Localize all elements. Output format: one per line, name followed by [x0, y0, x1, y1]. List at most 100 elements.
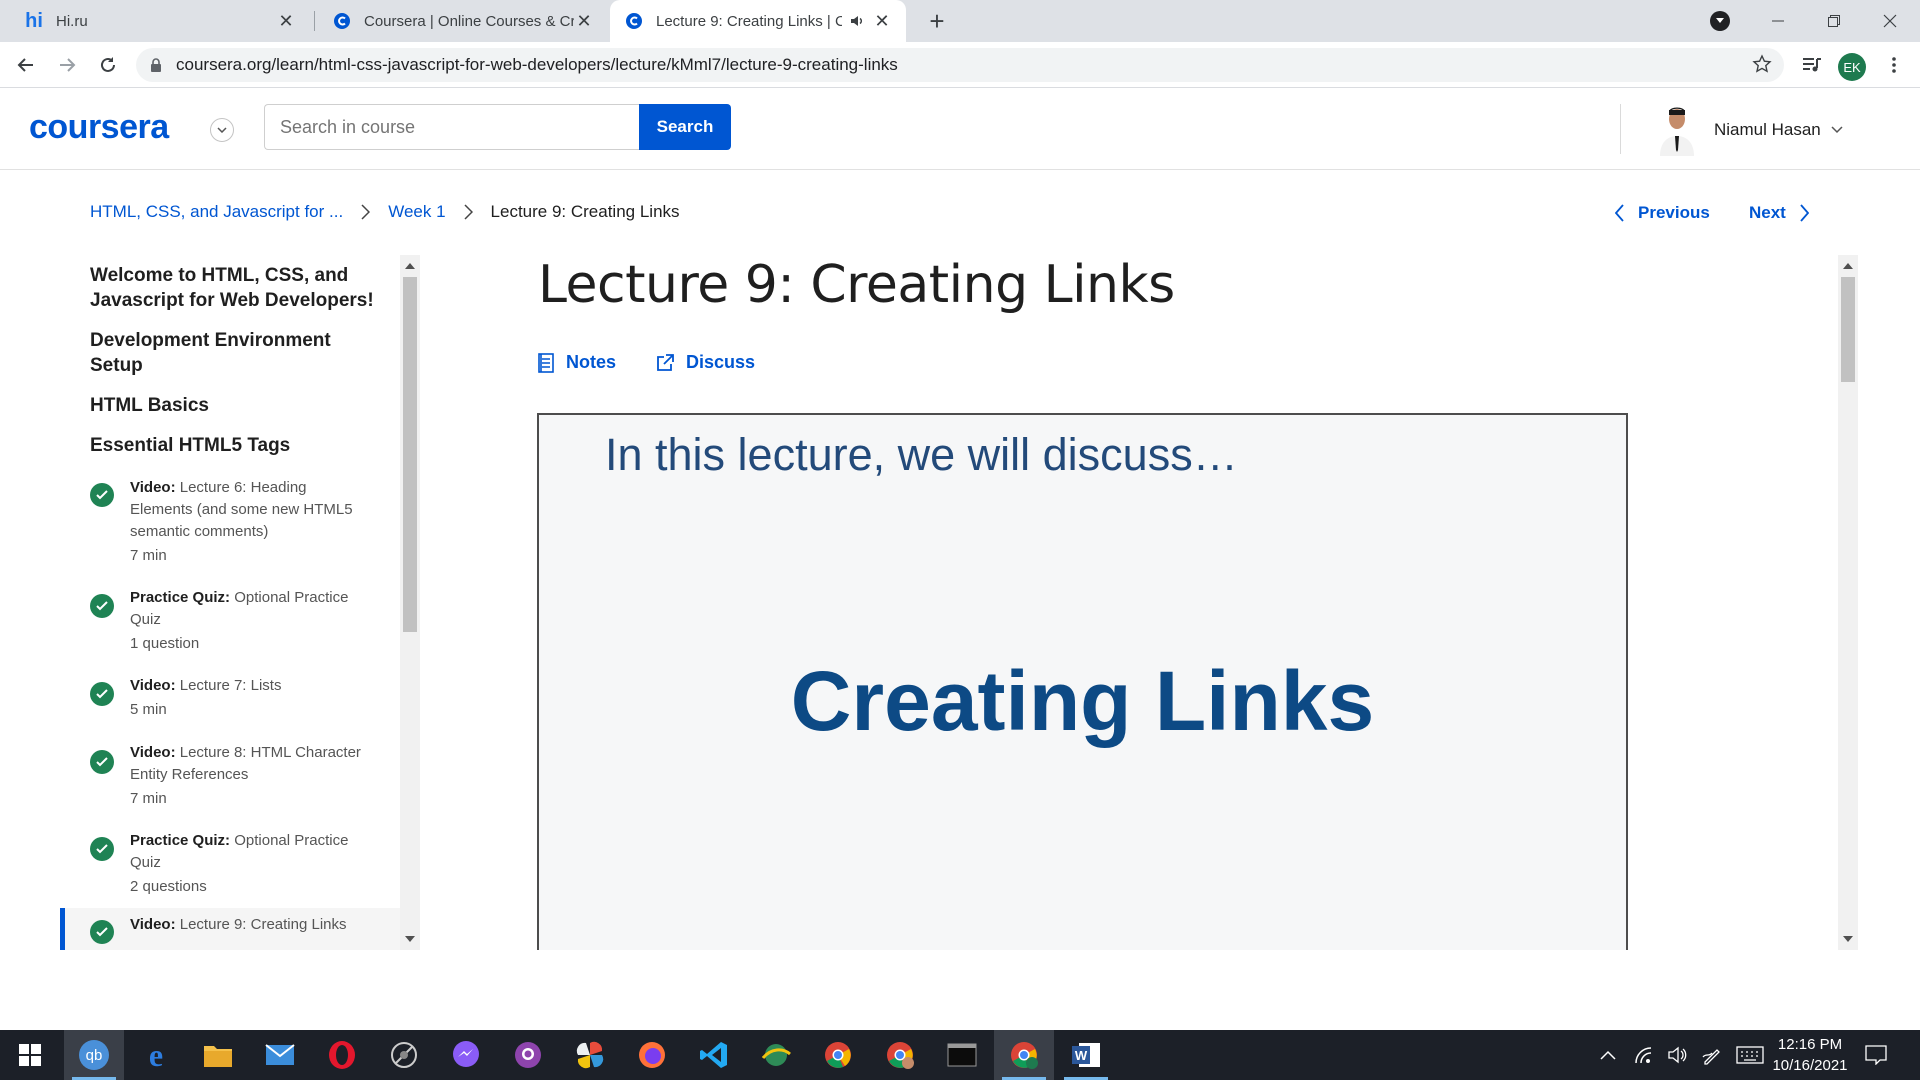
- check-circle-icon: [90, 837, 114, 861]
- close-tab-icon[interactable]: ✕: [574, 11, 594, 32]
- item-type: Video:: [130, 677, 176, 694]
- keyboard-icon[interactable]: [1736, 1046, 1764, 1064]
- scroll-up-icon[interactable]: [405, 263, 415, 269]
- next-button[interactable]: Next: [1749, 200, 1809, 226]
- breadcrumb-current: Lecture 9: Creating Links: [490, 202, 680, 221]
- browser-toolbar: coursera.org/learn/html-css-javascript-f…: [0, 42, 1920, 88]
- chevron-right-icon: [361, 204, 371, 220]
- close-tab-icon[interactable]: ✕: [872, 11, 892, 32]
- chrome-ek-icon[interactable]: [994, 1030, 1054, 1080]
- discuss-button[interactable]: Discuss: [656, 352, 755, 373]
- lecture-actions: Notes Discuss: [538, 352, 795, 373]
- edge-icon[interactable]: e: [126, 1030, 186, 1080]
- lock-icon[interactable]: [150, 58, 162, 72]
- qbittorrent-icon[interactable]: qb: [64, 1030, 124, 1080]
- url-text[interactable]: coursera.org/learn/html-css-javascript-f…: [176, 55, 898, 75]
- opera-icon[interactable]: [312, 1030, 372, 1080]
- tab-search-icon[interactable]: [1710, 11, 1730, 31]
- user-menu[interactable]: Niamul Hasan: [1654, 104, 1843, 156]
- browser-tab-hiru[interactable]: hi Hi.ru ✕: [10, 0, 310, 42]
- audio-playing-icon[interactable]: [850, 14, 864, 28]
- sidebar-item-practice-quiz-1[interactable]: Practice Quiz: Optional Practice Quiz 1 …: [60, 585, 400, 660]
- media-controls-icon[interactable]: [1796, 49, 1828, 81]
- sidebar-item-lecture-7[interactable]: Video: Lecture 7: Lists 5 min: [60, 673, 400, 728]
- close-tab-icon[interactable]: ✕: [276, 11, 296, 32]
- item-type: Practice Quiz:: [130, 589, 231, 606]
- sidebar-item-lecture-8[interactable]: Video: Lecture 8: HTML Character Entity …: [60, 740, 400, 815]
- sidebar-section-essential-tags[interactable]: Essential HTML5 Tags: [90, 433, 380, 458]
- restore-icon[interactable]: [1806, 0, 1862, 42]
- scroll-up-icon[interactable]: [1843, 263, 1853, 269]
- sidebar-section-welcome[interactable]: Welcome to HTML, CSS, and Javascript for…: [90, 263, 380, 313]
- chevron-down-icon[interactable]: [1831, 126, 1843, 134]
- minimize-icon[interactable]: [1750, 0, 1806, 42]
- vscode-icon[interactable]: [684, 1030, 744, 1080]
- clock-time: 12:16 PM: [1777, 1036, 1843, 1053]
- firefox-icon[interactable]: [622, 1030, 682, 1080]
- messenger-icon[interactable]: [436, 1030, 496, 1080]
- search-button[interactable]: Search: [639, 104, 731, 150]
- earth-app-icon[interactable]: [746, 1030, 806, 1080]
- chrome-profile-icon[interactable]: [870, 1030, 930, 1080]
- external-link-icon: [656, 353, 674, 372]
- breadcrumb-week-link[interactable]: Week 1: [388, 202, 445, 222]
- chevron-right-icon: [1800, 204, 1809, 222]
- sidebar-item-lecture-6[interactable]: Video: Lecture 6: Heading Elements (and …: [60, 473, 400, 573]
- windows-start-icon[interactable]: [0, 1030, 60, 1080]
- reload-icon[interactable]: [92, 49, 124, 81]
- previous-button[interactable]: Previous: [1615, 200, 1710, 226]
- clock-date: 10/16/2021: [1772, 1057, 1848, 1074]
- item-type: Video:: [130, 744, 176, 761]
- mail-icon[interactable]: [250, 1030, 310, 1080]
- sidebar-section-dev-env[interactable]: Development Environment Setup: [90, 328, 380, 378]
- terminal-icon[interactable]: [932, 1030, 992, 1080]
- item-duration: 5 min: [130, 701, 167, 718]
- chevron-up-icon[interactable]: [1600, 1050, 1616, 1060]
- course-outline-sidebar: Welcome to HTML, CSS, and Javascript for…: [60, 255, 400, 950]
- notification-center-icon[interactable]: [1865, 1030, 1887, 1080]
- browser-tab-coursera[interactable]: Coursera | Online Courses & Cred ✕: [318, 0, 608, 42]
- network-icon[interactable]: [1634, 1046, 1654, 1064]
- video-player[interactable]: In this lecture, we will discuss… Creati…: [537, 413, 1628, 950]
- word-icon[interactable]: W: [1056, 1030, 1116, 1080]
- file-explorer-icon[interactable]: [188, 1030, 248, 1080]
- check-circle-icon: [90, 594, 114, 618]
- notes-label: Notes: [566, 352, 617, 372]
- back-icon[interactable]: [10, 49, 42, 81]
- system-clock[interactable]: 12:16 PM 10/16/2021: [1770, 1034, 1850, 1076]
- current-item-indicator: [60, 908, 65, 950]
- volume-icon[interactable]: [1668, 1046, 1688, 1064]
- scrollbar-thumb[interactable]: [1841, 277, 1855, 382]
- chrome-icon[interactable]: [808, 1030, 868, 1080]
- page-scrollbar[interactable]: [1838, 255, 1858, 950]
- breadcrumb-course-link[interactable]: HTML, CSS, and Javascript for ...: [90, 202, 343, 222]
- address-bar[interactable]: coursera.org/learn/html-css-javascript-f…: [136, 48, 1784, 82]
- item-duration: 2 questions: [130, 878, 207, 895]
- browser-tab-lecture[interactable]: Lecture 9: Creating Links | Co ✕: [610, 0, 906, 42]
- sidebar-item-practice-quiz-2[interactable]: Practice Quiz: Optional Practice Quiz 2 …: [60, 828, 400, 903]
- sidebar-item-label: Video: Lecture 6: Heading Elements (and …: [130, 477, 370, 567]
- close-window-icon[interactable]: [1862, 0, 1918, 42]
- profile-avatar[interactable]: EK: [1838, 53, 1866, 81]
- scroll-down-icon[interactable]: [1843, 936, 1853, 942]
- satellite-app-icon[interactable]: [374, 1030, 434, 1080]
- notes-button[interactable]: Notes: [538, 352, 616, 373]
- scrollbar-thumb[interactable]: [403, 277, 417, 632]
- forward-icon[interactable]: [51, 49, 83, 81]
- bookmark-star-icon[interactable]: [1752, 54, 1772, 79]
- scroll-down-icon[interactable]: [405, 936, 415, 942]
- new-tab-icon[interactable]: +: [922, 6, 952, 36]
- github-desktop-icon[interactable]: [498, 1030, 558, 1080]
- coursera-logo[interactable]: coursera: [29, 108, 169, 147]
- pinwheel-app-icon[interactable]: [560, 1030, 620, 1080]
- chevron-down-icon[interactable]: [210, 118, 234, 142]
- sidebar-item-lecture-9[interactable]: Video: Lecture 9: Creating Links: [60, 908, 400, 950]
- sidebar-scrollbar[interactable]: [400, 255, 420, 950]
- search-input[interactable]: [264, 104, 639, 150]
- sidebar-item-label: Video: Lecture 9: Creating Links: [130, 914, 370, 936]
- avatar[interactable]: [1654, 104, 1700, 156]
- chrome-menu-icon[interactable]: [1878, 49, 1910, 81]
- sidebar-section-html-basics[interactable]: HTML Basics: [90, 393, 380, 418]
- user-name[interactable]: Niamul Hasan: [1714, 120, 1821, 140]
- pen-icon[interactable]: [1702, 1045, 1722, 1065]
